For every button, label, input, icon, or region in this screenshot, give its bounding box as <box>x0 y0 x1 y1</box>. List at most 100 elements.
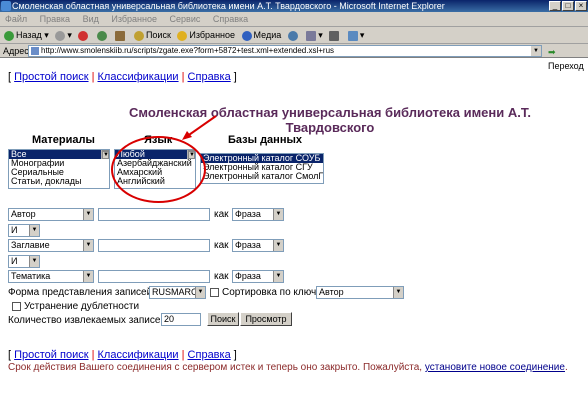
top-nav: [ Простой поиск | Классификации | Справк… <box>8 71 237 83</box>
field-select-2[interactable]: Заглавие ▼ <box>8 239 94 252</box>
sort-select[interactable]: Автор ▼ <box>316 286 404 299</box>
chevron-down-icon[interactable]: ▼ <box>273 271 283 282</box>
materials-label: Материалы <box>32 134 95 146</box>
chevron-down-icon[interactable]: ▼ <box>29 225 39 236</box>
forward-arrow-icon <box>55 30 66 41</box>
browser-window: Смоленская областная универсальная библи… <box>0 0 588 402</box>
scroll-down-icon[interactable]: ▼ <box>102 151 109 159</box>
home-button[interactable] <box>115 27 127 44</box>
history-icon <box>287 30 298 41</box>
refresh-button[interactable] <box>96 27 109 44</box>
forward-button[interactable]: ▾ <box>55 27 72 44</box>
chevron-down-icon[interactable]: ▼ <box>393 287 403 298</box>
count-label: Количество извлекаемых записей <box>8 315 166 326</box>
print-icon <box>329 30 340 41</box>
dedupe-label: Устранение дублетности <box>24 301 140 312</box>
toolbar: Назад ▾ ▾ Поиск Избранное Медиа ▾ ▾ <box>0 27 588 44</box>
search-button[interactable]: Поиск <box>207 312 239 326</box>
page-title: Смоленская областная универсальная библи… <box>129 105 531 135</box>
materials-list[interactable]: Все Монографии Сериальные Статьи, доклад… <box>8 149 110 189</box>
page-content: [ Простой поиск | Классификации | Справк… <box>0 59 588 402</box>
chevron-down-icon[interactable]: ▼ <box>273 209 283 220</box>
close-button[interactable]: × <box>575 1 587 11</box>
simple-search-link[interactable]: Простой поиск <box>14 349 88 361</box>
print-button[interactable] <box>329 27 341 44</box>
chevron-down-icon[interactable]: ▼ <box>83 271 93 282</box>
mode-select-1[interactable]: Фраза ▼ <box>232 208 284 221</box>
session-expired-message: Срок действия Вашего соединения с сервер… <box>8 362 568 373</box>
databases-list[interactable]: Электронный каталог СОУБ Электронный кат… <box>200 153 324 184</box>
menu-tools[interactable]: Сервис <box>170 14 201 24</box>
home-icon <box>115 30 126 41</box>
scrollbar[interactable]: ▲▼ <box>101 150 109 159</box>
chevron-down-icon[interactable]: ▼ <box>531 46 541 56</box>
mail-icon <box>306 30 317 41</box>
menu-view[interactable]: Вид <box>83 14 99 24</box>
address-bar: Адрес: http://www.smolenskiib.ru/scripts… <box>0 44 588 71</box>
databases-label: Базы данных <box>228 134 302 146</box>
chevron-down-icon[interactable]: ▼ <box>195 287 205 298</box>
mail-button[interactable]: ▾ <box>306 27 323 44</box>
media-icon <box>241 30 252 41</box>
search-icon <box>133 30 144 41</box>
bottom-nav: [ Простой поиск | Классификации | Справк… <box>8 349 237 361</box>
search-term-input-2[interactable] <box>98 239 210 252</box>
mode-select-3[interactable]: Фраза ▼ <box>232 270 284 283</box>
operator-select-2[interactable]: И ▼ <box>8 255 40 268</box>
mode-select-2[interactable]: Фраза ▼ <box>232 239 284 252</box>
help-link[interactable]: Справка <box>188 71 231 83</box>
chevron-down-icon[interactable]: ▼ <box>83 209 93 220</box>
as-label: как <box>214 240 229 251</box>
as-label: как <box>214 271 229 282</box>
search-term-input-1[interactable] <box>98 208 210 221</box>
sort-label: Сортировка по ключу <box>222 287 322 298</box>
chevron-down-icon[interactable]: ▼ <box>273 240 283 251</box>
annotation-arrow-icon <box>182 115 217 140</box>
title-bar: Смоленская областная универсальная библи… <box>0 0 588 12</box>
menu-help[interactable]: Справка <box>213 14 248 24</box>
menu-favorites[interactable]: Избранное <box>111 14 157 24</box>
ie-icon <box>1 1 11 11</box>
new-connection-link[interactable]: установите новое соединение <box>425 362 565 373</box>
address-input[interactable]: http://www.smolenskiib.ru/scripts/zgate.… <box>28 45 542 57</box>
history-button[interactable] <box>287 27 300 44</box>
list-item[interactable]: Статьи, доклады <box>9 177 109 186</box>
favorites-button[interactable]: Избранное <box>177 27 235 44</box>
maximize-button[interactable]: □ <box>562 1 574 11</box>
format-label: Форма представления записей <box>8 287 153 298</box>
simple-search-link[interactable]: Простой поиск <box>14 71 88 83</box>
media-button[interactable]: Медиа <box>241 27 281 44</box>
star-icon <box>177 30 188 41</box>
field-select-1[interactable]: Автор ▼ <box>8 208 94 221</box>
menu-bar: Файл Правка Вид Избранное Сервис Справка <box>0 12 588 27</box>
chevron-down-icon[interactable]: ▼ <box>83 240 93 251</box>
operator-select-1[interactable]: И ▼ <box>8 224 40 237</box>
list-item[interactable]: Электронный каталог СмолГУ <box>201 172 323 181</box>
stop-button[interactable] <box>78 27 90 44</box>
format-select[interactable]: RUSMARC ▼ <box>149 286 206 299</box>
minimize-button[interactable]: _ <box>549 1 561 11</box>
edit-button[interactable]: ▾ <box>347 27 364 44</box>
sort-checkbox[interactable] <box>210 288 219 297</box>
count-input[interactable]: 20 <box>161 313 201 326</box>
view-button[interactable]: Просмотр <box>240 312 292 326</box>
back-button[interactable]: Назад ▾ <box>4 27 49 44</box>
classifications-link[interactable]: Классификации <box>98 349 179 361</box>
menu-edit[interactable]: Правка <box>40 14 70 24</box>
field-select-3[interactable]: Тематика ▼ <box>8 270 94 283</box>
window-title: Смоленская областная универсальная библи… <box>12 1 445 11</box>
dedupe-checkbox[interactable] <box>12 302 21 311</box>
highlight-circle <box>111 136 206 203</box>
search-button[interactable]: Поиск <box>133 27 171 44</box>
search-term-input-3[interactable] <box>98 270 210 283</box>
refresh-icon <box>96 30 107 41</box>
help-link[interactable]: Справка <box>188 349 231 361</box>
back-arrow-icon <box>4 30 14 41</box>
classifications-link[interactable]: Классификации <box>98 71 179 83</box>
address-url: http://www.smolenskiib.ru/scripts/zgate.… <box>41 46 335 55</box>
edit-icon <box>347 30 358 41</box>
as-label: как <box>214 209 229 220</box>
menu-file[interactable]: Файл <box>5 14 27 24</box>
go-arrow-icon: ➡ <box>548 47 556 57</box>
chevron-down-icon[interactable]: ▼ <box>29 256 39 267</box>
